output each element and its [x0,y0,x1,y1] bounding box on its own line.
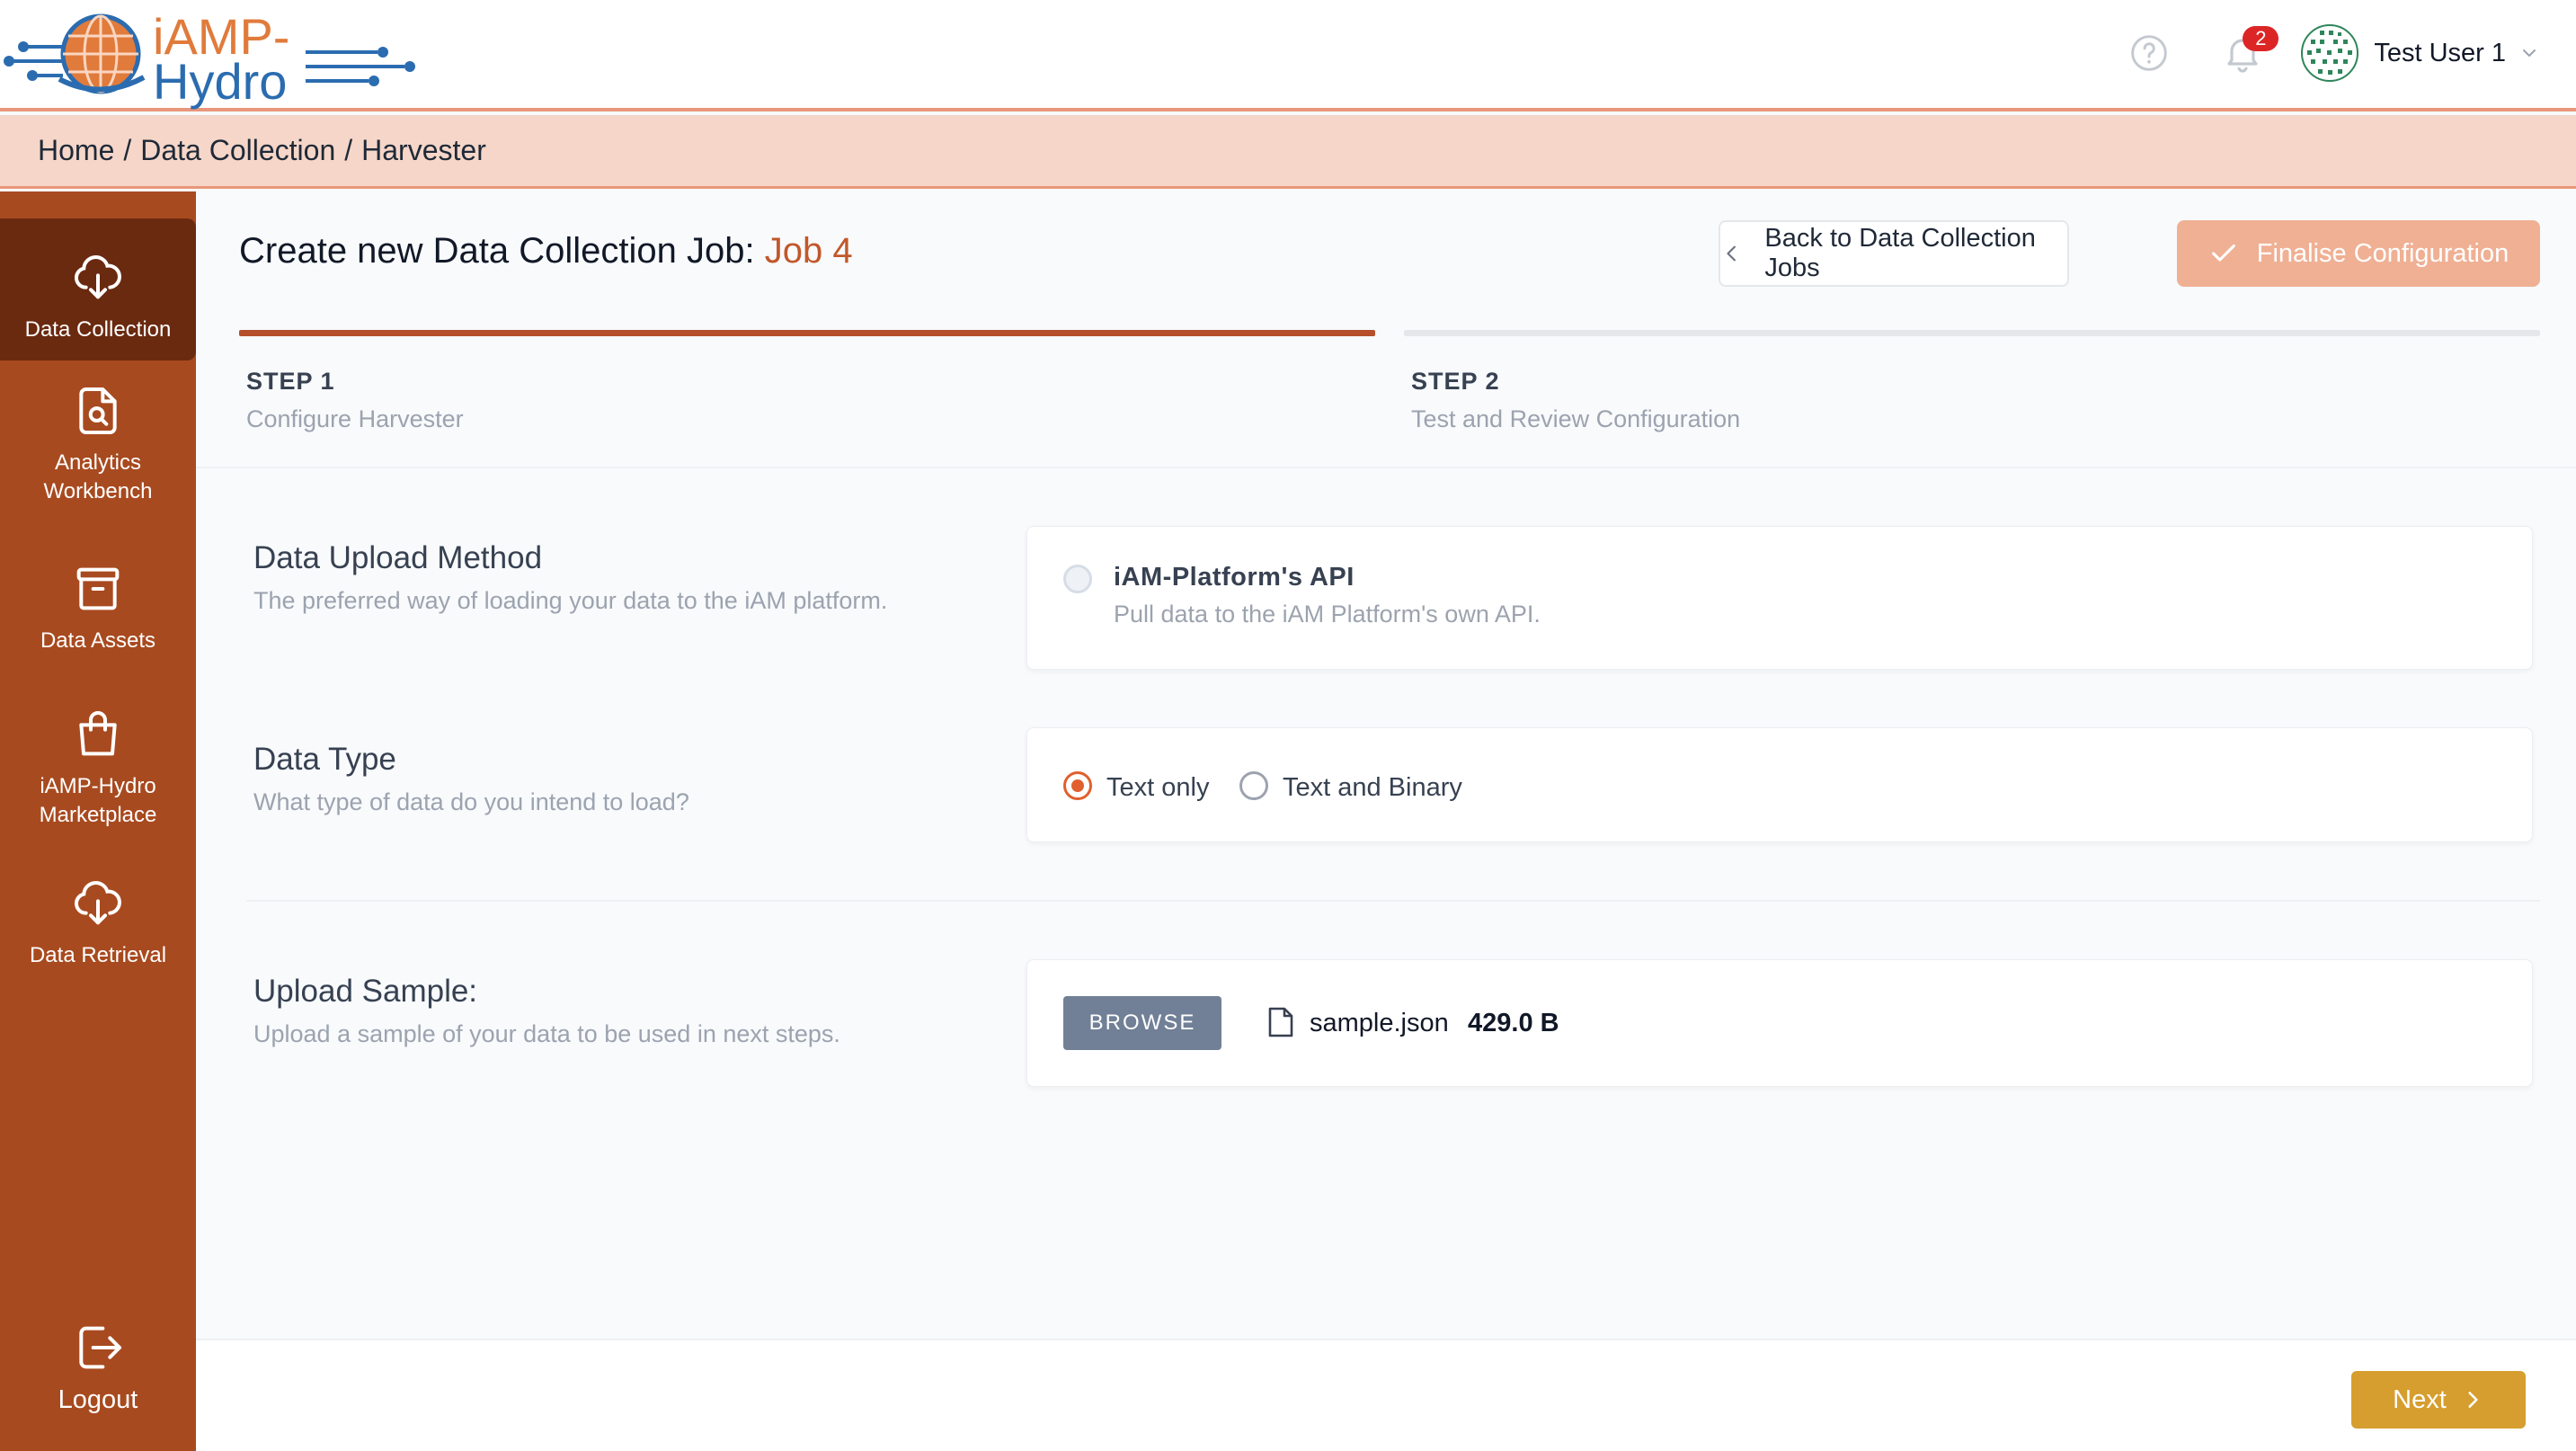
finalise-button-label: Finalise Configuration [2256,238,2509,268]
breadcrumb-harvester: Harvester [361,134,486,166]
upload-sample-card: BROWSE sample.json 429.0 B [1026,959,2533,1087]
check-icon [2211,244,2235,262]
breadcrumb: Home / Data Collection / Harvester [0,115,2576,189]
api-option-title: iAM-Platform's API [1114,563,1355,592]
job-name: Job 4 [764,231,853,271]
step-2-label[interactable]: STEP 2 [1411,368,1500,396]
notification-badge: 2 [2243,26,2279,51]
page-title-prefix: Create new Data Collection Job: [239,231,755,271]
sidebar-item-data-collection[interactable]: Data Collection [0,218,196,361]
breadcrumb-separator: / [344,134,353,166]
breadcrumb-separator: / [123,134,132,166]
step-1-description: Configure Harvester [246,405,464,432]
logout-label: Logout [58,1385,138,1414]
step-1-label[interactable]: STEP 1 [246,368,335,396]
logo-line-2: Hydro [153,53,288,110]
back-to-jobs-button[interactable]: Back to Data Collection Jobs [1719,220,2069,287]
browse-button[interactable]: BROWSE [1063,996,1221,1050]
logout-icon [79,1326,121,1369]
avatar[interactable] [2300,23,2359,83]
upload-sample-description: Upload a sample of your data to be used … [253,1020,840,1047]
shopping-bag-icon [79,711,117,756]
sidebar-item-analytics-workbench[interactable]: Analytics Workbench [0,382,196,517]
upload-sample-title: Upload Sample: [253,974,478,1009]
text-and-binary-label[interactable]: Text and Binary [1283,773,1462,803]
next-button-label: Next [2393,1384,2447,1414]
breadcrumb-data-collection[interactable]: Data Collection [140,134,335,167]
user-name[interactable]: Test User 1 [2374,39,2506,68]
file-search-icon [79,387,117,434]
upload-method-title: Data Upload Method [253,540,543,575]
step-1-progress-bar [239,330,1375,336]
cloud-download-icon [75,255,121,299]
text-only-label[interactable]: Text only [1106,773,1209,803]
upload-method-description: The preferred way of loading your data t… [253,587,888,614]
file-name: sample.json [1310,1009,1449,1037]
sidebar-item-data-retrieval[interactable]: Data Retrieval [0,875,196,992]
file-size: 429.0 B [1468,1009,1559,1037]
top-header: iAMP- Hydro 2 Test User 1 [0,0,2576,111]
sidebar-item-label: iAMP-Hydro Marketplace [39,774,157,827]
step-2-description: Test and Review Configuration [1411,405,1741,432]
sidebar-item-label: Data Collection [24,317,172,342]
sidebar-item-label: Data Assets [40,628,156,653]
next-button[interactable]: Next [2351,1371,2526,1429]
api-option-radio[interactable] [1063,565,1092,593]
section-divider [246,900,2540,902]
file-icon [1268,1007,1293,1037]
sidebar: Data Collection Analytics Workbench Data… [0,191,196,1451]
chevron-right-icon [2468,1392,2478,1408]
header-actions: 2 Test User 1 [2129,22,2540,85]
text-and-binary-radio[interactable] [1239,771,1268,800]
chevron-left-icon [1727,245,1736,262]
main-content: Create new Data Collection Job: Job 4 Ba… [196,191,2576,1451]
data-type-title: Data Type [253,742,396,777]
sidebar-item-marketplace[interactable]: iAMP-Hydro Marketplace [0,706,196,841]
help-icon[interactable] [2129,33,2169,73]
sidebar-item-label: Analytics Workbench [43,450,153,503]
back-button-label: Back to Data Collection Jobs [1764,224,2036,282]
step-2-progress-bar [1404,330,2540,336]
api-option-description: Pull data to the iAM Platform's own API. [1114,601,1541,628]
logout-button[interactable]: Logout [0,1319,196,1436]
sidebar-item-data-assets[interactable]: Data Assets [0,560,196,668]
steps-divider [196,467,2576,468]
app-logo[interactable]: iAMP- Hydro [0,7,431,110]
footer-bar: Next [196,1339,2576,1451]
data-type-description: What type of data do you intend to load? [253,788,689,815]
upload-method-card: iAM-Platform's API Pull data to the iAM … [1026,526,2533,670]
data-type-card: Text only Text and Binary [1026,727,2533,842]
chevron-down-icon[interactable] [2518,42,2540,64]
sidebar-item-label: Data Retrieval [29,943,167,967]
archive-box-icon [76,567,120,610]
cloud-download-icon [75,881,121,925]
text-only-radio[interactable] [1063,771,1092,800]
notifications-button[interactable]: 2 [2221,26,2279,75]
finalise-configuration-button[interactable]: Finalise Configuration [2177,220,2540,287]
breadcrumb-home[interactable]: Home [38,134,114,167]
logo-text: iAMP- Hydro [153,12,289,110]
page-title: Create new Data Collection Job: Job 4 [239,231,853,272]
